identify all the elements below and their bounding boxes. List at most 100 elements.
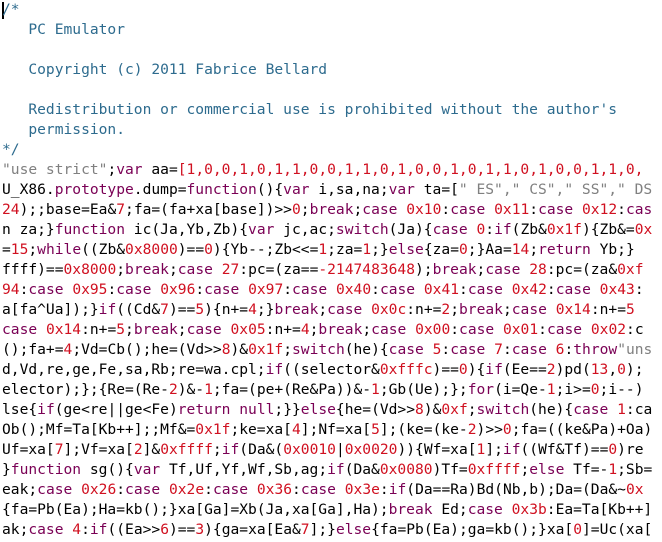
code-token: 0x97 <box>239 281 284 298</box>
code-token: ; <box>116 261 126 278</box>
code-token: while <box>37 241 82 258</box>
code-line: Redistribution or commercial use is proh… <box>2 100 652 120</box>
code-token: 0 <box>502 421 512 438</box>
code-token: ();fa+= <box>2 341 64 358</box>
code-token: ;Vd=Cb();he=(Vd>> <box>72 341 222 358</box>
code-token: ((Ea>> <box>107 521 161 538</box>
code-token: 28 <box>520 261 547 278</box>
code-token: ; <box>450 301 460 318</box>
code-token: 0x11 <box>485 201 530 218</box>
code-token: throw <box>573 341 618 358</box>
code-token: 7 <box>54 441 64 458</box>
code-token: var <box>248 221 275 238</box>
code-token: PC Emulator <box>2 21 126 38</box>
code-token: case <box>292 281 328 298</box>
code-token: 0 <box>573 521 582 538</box>
code-token: : <box>502 341 512 358</box>
code-token: 7 <box>160 301 169 318</box>
code-token: if <box>37 401 55 418</box>
code-token: (Ee== <box>502 361 547 378</box>
code-token: 0x42 <box>502 281 547 298</box>
code-token: 5 <box>423 341 442 358</box>
code-token: 0x8000 <box>125 241 178 258</box>
code-token: ; <box>353 201 363 218</box>
code-token: :n+= <box>406 301 442 318</box>
code-token: case <box>2 321 38 338</box>
code-token: {fa=Pb(Ea);ga=kb();}xa[ <box>371 521 574 538</box>
code-token: 4 <box>248 301 257 318</box>
code-token: case <box>212 481 249 498</box>
code-token: : <box>564 341 574 358</box>
code-token: case <box>327 301 363 318</box>
code-token: ];(ke=(ke- <box>379 421 468 438</box>
code-token: 0x1f <box>195 421 231 438</box>
code-line: Uf=xa[7];Vf=xa[2]&0xffff;if(Da&(0x0010|0… <box>2 440 652 460</box>
code-token: ;fa=((ke&Pa)+Oa) <box>511 421 653 438</box>
code-token: ); <box>415 261 433 278</box>
code-token: case <box>379 281 416 298</box>
code-token: (he){ <box>344 341 389 358</box>
code-token: ; <box>520 461 530 478</box>
code-line: ffff)==0x8000;break;case 27:pc=(za==-214… <box>2 260 652 280</box>
code-token: (Zb& <box>511 221 547 238</box>
code-token: Ob();Mf=Ta[Kb++];;Mf&= <box>2 421 196 438</box>
code-token: ;} <box>371 241 389 258</box>
code-token: 0 <box>608 441 618 458</box>
code-token: 1 <box>204 381 213 398</box>
code-token: case <box>204 281 240 298</box>
code-token: ; <box>300 201 310 218</box>
code-token: ((Cd& <box>116 301 161 318</box>
code-token: a[fa^Ua]);} <box>2 301 99 318</box>
code-token: 0x14 <box>37 321 82 338</box>
code-token: 0x05 <box>221 321 266 338</box>
code-line: =15;while((Zb&0x8000)==0){Yb--;Zb<<=1;za… <box>2 240 652 260</box>
code-token: 6 <box>160 521 169 538</box>
code-token: "use strict" <box>2 161 108 178</box>
code-token: 0x26 <box>72 481 117 498</box>
code-token: jc,ac; <box>274 221 336 238</box>
code-token: :ca <box>625 401 653 418</box>
code-token: ; <box>502 301 512 318</box>
code-line: eak;case 0x26:case 0x2e:case 0x36:case 0… <box>2 480 652 500</box>
code-token: 2 <box>441 301 451 318</box>
code-token: )& <box>423 401 442 418</box>
code-token: 94 <box>2 281 20 298</box>
code-token: )== <box>432 361 459 378</box>
code-token: 1 <box>318 241 328 258</box>
code-token: (Da==Ra)Bd(Nb,b);Da=(Da&~ <box>406 481 626 498</box>
code-token: case <box>546 321 583 338</box>
code-line: /* <box>2 0 652 20</box>
code-token: if <box>485 361 503 378</box>
code-token: 0x1f <box>248 341 284 358</box>
code-line: lse{if(ge<re||ge<Fe)return null;}}else{h… <box>2 400 652 420</box>
code-token: 2 <box>133 441 143 458</box>
code-token: 4 <box>300 321 310 338</box>
code-token: :n+= <box>265 321 301 338</box>
code-token: ;} <box>256 301 275 318</box>
code-line: "use strict";var aa=[1,0,0,1,0,1,1,0,0,1… <box>2 160 652 180</box>
code-token: case <box>362 201 398 218</box>
code-token: ; <box>283 341 293 358</box>
code-token: 0x0020 <box>344 441 398 458</box>
code-token: d,Vd,re,ge,Fe,sa,Rb;re=wa.cpl; <box>2 361 266 378</box>
code-token: 0x2e <box>160 481 205 498</box>
code-token: )== <box>168 301 196 318</box>
code-token: break <box>388 501 433 518</box>
code-token: else <box>335 521 372 538</box>
code-editor[interactable]: /* PC Emulator Copyright (c) 2011 Fabric… <box>0 0 662 542</box>
code-token: 24 <box>2 201 20 218</box>
code-token: "uns <box>617 341 653 358</box>
code-token: eak; <box>2 481 38 498</box>
code-token: : <box>441 341 451 358</box>
code-token: )>> <box>476 421 503 438</box>
code-token: Uf=xa[ <box>2 441 55 458</box>
code-token: : <box>459 281 468 298</box>
code-token: case <box>467 281 503 298</box>
code-token: ak; <box>2 521 29 538</box>
code-token: 0 <box>291 201 301 218</box>
code-line: d,Vd,re,ge,Fe,sa,Rb;re=wa.cpl;if((select… <box>2 360 652 380</box>
code-area[interactable]: /* PC Emulator Copyright (c) 2011 Fabric… <box>2 0 652 540</box>
code-token: : <box>441 201 451 218</box>
